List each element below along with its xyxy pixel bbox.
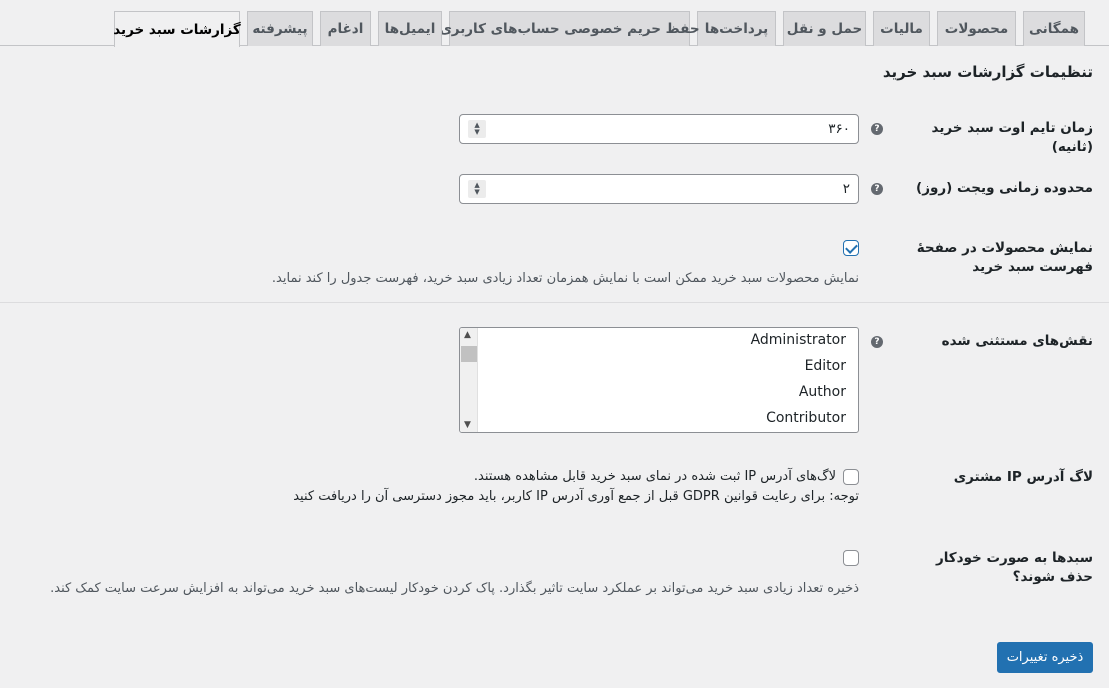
widget-range-input[interactable]: ۲ ▲ ▼ [459,174,859,204]
timeout-value: ۳۶۰ [828,121,850,137]
spinner-arrows-icon[interactable]: ▲ ▼ [468,120,486,138]
tab-general[interactable]: همگانی [1023,11,1085,46]
role-option[interactable]: Editor [805,358,846,374]
auto-delete-description: ذخیره تعداد زیادی سبد خرید می‌تواند بر ع… [50,581,859,596]
widget-range-label: محدوده زمانی ویجت (روز) [916,180,1093,196]
excluded-roles-label: نقش‌های مستثنی شده [941,333,1093,349]
auto-delete-checkbox[interactable] [843,550,859,566]
tab-cart-reports[interactable]: گزارشات سبد خرید [113,11,241,47]
auto-delete-label: سبدها به صورت خودکار حذف شوند؟ [935,550,1093,585]
tab-shipping[interactable]: حمل و نقل [783,11,866,46]
tab-emails[interactable]: ایمیل‌ها [378,11,442,46]
scroll-down-icon[interactable]: ▼ [464,420,471,430]
divider [0,302,1109,303]
tab-payments[interactable]: پرداخت‌ها [697,11,776,46]
tab-products[interactable]: محصولات [937,11,1016,46]
log-ip-label: لاگ آدرس IP مشتری [953,469,1093,485]
timeout-label: زمان تایم اوت سبد خرید (ثانیه) [931,120,1093,155]
log-ip-note: توجه: برای رعایت قوانین GDPR قبل از جمع … [293,489,859,504]
tab-advanced[interactable]: پیشرفته [247,11,313,46]
help-icon[interactable]: ? [871,183,883,195]
settings-tabs: همگانی محصولات مالیات حمل و نقل پرداخت‌ه… [0,0,1109,47]
timeout-input[interactable]: ۳۶۰ ▲ ▼ [459,114,859,144]
role-option[interactable]: Contributor [766,410,846,426]
tab-tax[interactable]: مالیات [873,11,930,46]
role-option[interactable]: Administrator [751,332,846,348]
log-ip-option-text: لاگ‌های آدرس IP ثبت شده در نمای سبد خرید… [473,469,836,484]
show-products-label: نمایش محصولات در صفحهٔ فهرست سبد خرید [916,240,1093,275]
scroll-up-icon[interactable]: ▲ [464,330,471,340]
spinner-arrows-icon[interactable]: ▲ ▼ [468,180,486,198]
save-button[interactable]: ذخیره تغییرات [997,642,1093,673]
scrollbar-thumb[interactable] [461,346,477,362]
widget-range-value: ۲ [842,181,850,197]
show-products-description: نمایش محصولات سبد خرید ممکن است با نمایش… [271,271,859,286]
help-icon[interactable]: ? [871,336,883,348]
show-products-checkbox[interactable] [843,240,859,256]
tab-integration[interactable]: ادغام [320,11,371,46]
excluded-roles-select[interactable]: Administrator Editor Author Contributor … [459,327,859,433]
section-title: تنظیمات گزارشات سبد خرید [882,63,1093,81]
help-icon[interactable]: ? [871,123,883,135]
tab-accounts-privacy[interactable]: حفظ حریم خصوصی حساب‌های کاربری [439,11,700,46]
log-ip-checkbox[interactable] [843,469,859,485]
role-option[interactable]: Author [799,384,846,400]
scrollbar[interactable]: ▲ ▼ [460,328,478,432]
